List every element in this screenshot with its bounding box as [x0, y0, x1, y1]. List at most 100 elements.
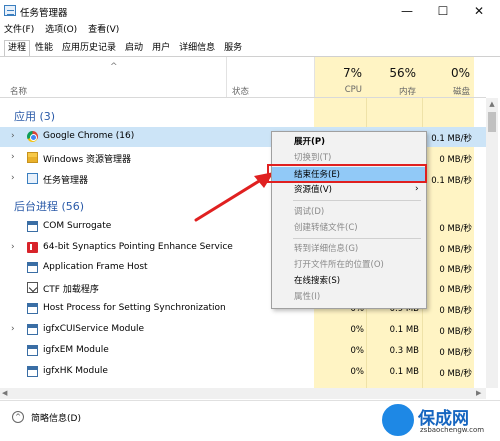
scroll-right-arrow-icon[interactable]: ▶: [476, 389, 481, 397]
column-header-cpu[interactable]: CPU: [314, 85, 362, 95]
cpu-value: 0%: [350, 346, 365, 356]
highlight-box-annotation: [267, 164, 427, 183]
tab-performance[interactable]: 性能: [31, 40, 57, 56]
tab-users[interactable]: 用户: [148, 40, 174, 56]
group-title-background: 后台进程 (56): [14, 200, 85, 213]
watermark-logo-icon: [380, 402, 416, 438]
menu-item-open-file-location[interactable]: 打开文件所在的位置(O): [272, 257, 426, 273]
process-name: 任务管理器: [43, 176, 89, 186]
menu-item-properties[interactable]: 属性(I): [272, 289, 426, 305]
taskmgr-icon: [27, 173, 38, 184]
window-icon: [27, 303, 38, 314]
window-icon: [27, 324, 38, 335]
collapse-chevron-icon[interactable]: ^: [12, 411, 24, 423]
memory-value: 0.1 MB: [389, 367, 419, 377]
column-header-disk[interactable]: 磁盘: [422, 85, 470, 97]
window-icon: [27, 366, 38, 377]
disk-value: 0 MB/秒: [439, 348, 472, 358]
tab-processes[interactable]: 进程: [4, 40, 31, 56]
menu-options[interactable]: 选项(O): [41, 22, 81, 38]
cpu-percent[interactable]: 7%: [314, 66, 362, 80]
tab-services[interactable]: 服务: [220, 40, 246, 56]
title-bar: [0, 0, 500, 22]
process-name: CTF 加载程序: [43, 285, 99, 295]
process-name: Application Frame Host: [43, 262, 148, 272]
disk-value: 0 MB/秒: [439, 155, 472, 165]
menu-separator: [293, 238, 421, 239]
ctf-icon: [27, 282, 38, 293]
memory-percent[interactable]: 56%: [366, 66, 416, 80]
scrollbar-thumb[interactable]: [488, 112, 496, 132]
tab-startup[interactable]: 启动: [121, 40, 147, 56]
process-name: igfxCUIService Module: [43, 324, 145, 334]
disk-value: 0 MB/秒: [439, 327, 472, 337]
tab-app-history[interactable]: 应用历史记录: [58, 40, 120, 56]
expand-chevron-icon[interactable]: ›: [11, 324, 15, 334]
menu-item-create-dump[interactable]: 创建转储文件(C): [272, 220, 426, 236]
column-header-status[interactable]: 状态: [232, 85, 249, 97]
expand-chevron-icon[interactable]: ›: [11, 173, 15, 183]
disk-value: 0 MB/秒: [439, 285, 472, 295]
horizontal-scrollbar[interactable]: [0, 388, 486, 399]
window-title: 任务管理器: [20, 8, 68, 19]
process-name: igfxEM Module: [43, 345, 109, 355]
scroll-up-arrow-icon[interactable]: ▲: [486, 98, 498, 110]
window-icon: [27, 345, 38, 356]
table-row[interactable]: igfxEM Module 0% 0.3 MB 0 MB/秒: [0, 341, 486, 361]
expand-chevron-icon[interactable]: ›: [11, 242, 15, 252]
table-row[interactable]: igfxHK Module 0% 0.1 MB 0 MB/秒: [0, 362, 486, 382]
window-icon: [27, 262, 38, 273]
table-row[interactable]: › igfxCUIService Module 0% 0.1 MB 0 MB/秒: [0, 320, 486, 340]
task-manager-icon: [4, 5, 16, 16]
expand-chevron-icon[interactable]: ›: [11, 152, 15, 162]
menu-separator: [293, 200, 421, 201]
explorer-icon: [27, 152, 38, 163]
header-divider: [0, 97, 486, 98]
disk-value: 0.1 MB/秒: [431, 134, 472, 144]
fewer-details-button[interactable]: 简略信息(D): [31, 411, 81, 424]
tab-strip: 进程 性能 应用历史记录 启动 用户 详细信息 服务: [4, 40, 247, 56]
menu-item-search-online[interactable]: 在线搜索(S): [272, 273, 426, 289]
disk-value: 0 MB/秒: [439, 369, 472, 379]
process-name: Windows 资源管理器: [43, 155, 132, 165]
menu-view[interactable]: 查看(V): [84, 22, 123, 38]
scroll-left-arrow-icon[interactable]: ◀: [2, 389, 7, 397]
sort-chevron-icon[interactable]: ^: [110, 62, 118, 72]
window-icon: [27, 221, 38, 232]
synaptics-icon: [27, 242, 38, 253]
cpu-value: 0%: [350, 367, 365, 377]
disk-value: 0.1 MB/秒: [431, 176, 472, 186]
submenu-chevron-icon: ›: [415, 184, 419, 194]
memory-value: 0.3 MB: [389, 346, 419, 356]
column-separator[interactable]: [226, 57, 227, 97]
process-name: Google Chrome (16): [43, 131, 135, 141]
process-name: Host Process for Setting Synchronization: [43, 303, 226, 313]
process-name: 64-bit Synaptics Pointing Enhance Servic…: [43, 242, 233, 252]
expand-chevron-icon[interactable]: ›: [11, 131, 15, 141]
column-header-memory[interactable]: 内存: [366, 85, 416, 97]
maximize-button[interactable]: ☐: [426, 0, 460, 22]
menu-item-debug[interactable]: 调试(D): [272, 204, 426, 220]
group-title-apps: 应用 (3): [14, 110, 56, 123]
memory-value: 0.1 MB: [389, 325, 419, 335]
menu-item-go-to-details[interactable]: 转到详细信息(G): [272, 241, 426, 257]
close-button[interactable]: ✕: [462, 0, 496, 22]
disk-value: 0 MB/秒: [439, 245, 472, 255]
process-name: COM Surrogate: [43, 221, 112, 231]
disk-percent[interactable]: 0%: [422, 66, 470, 80]
disk-value: 0 MB/秒: [439, 224, 472, 234]
cpu-value: 0%: [350, 325, 365, 335]
column-header-name[interactable]: 名称: [10, 85, 27, 97]
vertical-scrollbar[interactable]: [486, 98, 498, 388]
tab-details[interactable]: 详细信息: [175, 40, 219, 56]
watermark-url: zsbaochengw.com: [420, 426, 485, 434]
menu-bar: 文件(F) 选项(O) 查看(V): [0, 22, 123, 38]
disk-value: 0 MB/秒: [439, 265, 472, 275]
disk-value: 0 MB/秒: [439, 306, 472, 316]
menu-item-expand[interactable]: 展开(P): [272, 134, 426, 150]
chrome-icon: [27, 131, 38, 142]
menu-file[interactable]: 文件(F): [0, 22, 38, 38]
minimize-button[interactable]: —: [390, 0, 424, 22]
process-name: igfxHK Module: [43, 366, 108, 376]
menu-item-resource-values[interactable]: 资源值(V): [272, 182, 426, 198]
